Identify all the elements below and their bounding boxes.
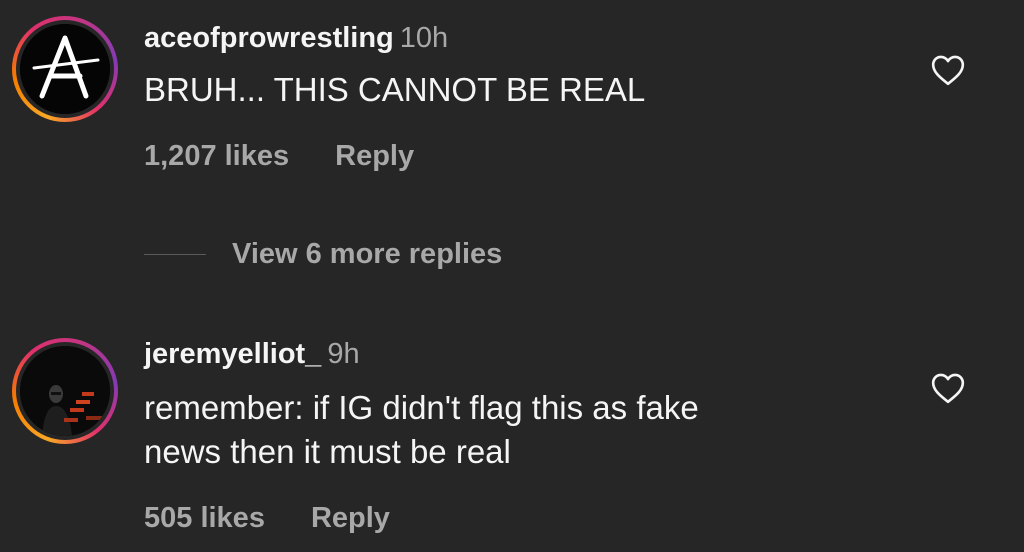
reply-button[interactable]: Reply [335,140,414,172]
comment-text: remember: if IG didn't flag this as fake… [144,386,699,474]
username-link[interactable]: aceofprowrestling [144,22,394,54]
reply-button[interactable]: Reply [311,502,390,534]
heart-outline-icon[interactable] [930,372,966,404]
comment-item: A aceofprowrestling10h BRUH... THIS CANN… [0,0,1024,200]
comment-text: BRUH... THIS CANNOT BE REAL [144,68,645,112]
comment-timestamp: 10h [399,22,449,54]
ace-logo-icon: A [20,24,110,114]
avatar [20,346,110,436]
avatar-gap [16,342,114,440]
view-more-replies-label[interactable]: View 6 more replies [232,238,502,271]
comment-meta: 505 likes Reply [144,500,390,536]
likes-count[interactable]: 505 likes [144,502,265,534]
likes-count[interactable]: 1,207 likes [144,140,289,172]
thread-divider-line [144,253,206,255]
comment-text-line: news then it must be real [144,433,511,470]
avatar: A [20,24,110,114]
heart-outline-icon[interactable] [930,54,966,86]
comment-item: jeremyelliot_ 9h remember: if IG didn't f… [0,320,1024,552]
comment-header: aceofprowrestling 10h [144,20,448,56]
comment-timestamp: 9h [327,338,360,370]
comment-text-line: remember: if IG didn't flag this as fake [144,389,699,426]
story-ring-avatar[interactable]: A [12,16,118,122]
avatar-gap: A [16,20,114,118]
view-more-replies[interactable]: View 6 more replies [144,236,502,272]
comment-header: jeremyelliot_ 9h [144,336,360,372]
user-photo-icon [20,346,110,436]
username-link[interactable]: jeremyelliot_ [144,338,321,370]
story-ring-avatar[interactable] [12,338,118,444]
comment-text-line: BRUH... THIS CANNOT BE REAL [144,71,646,108]
comment-meta: 1,207 likes Reply [144,138,414,174]
